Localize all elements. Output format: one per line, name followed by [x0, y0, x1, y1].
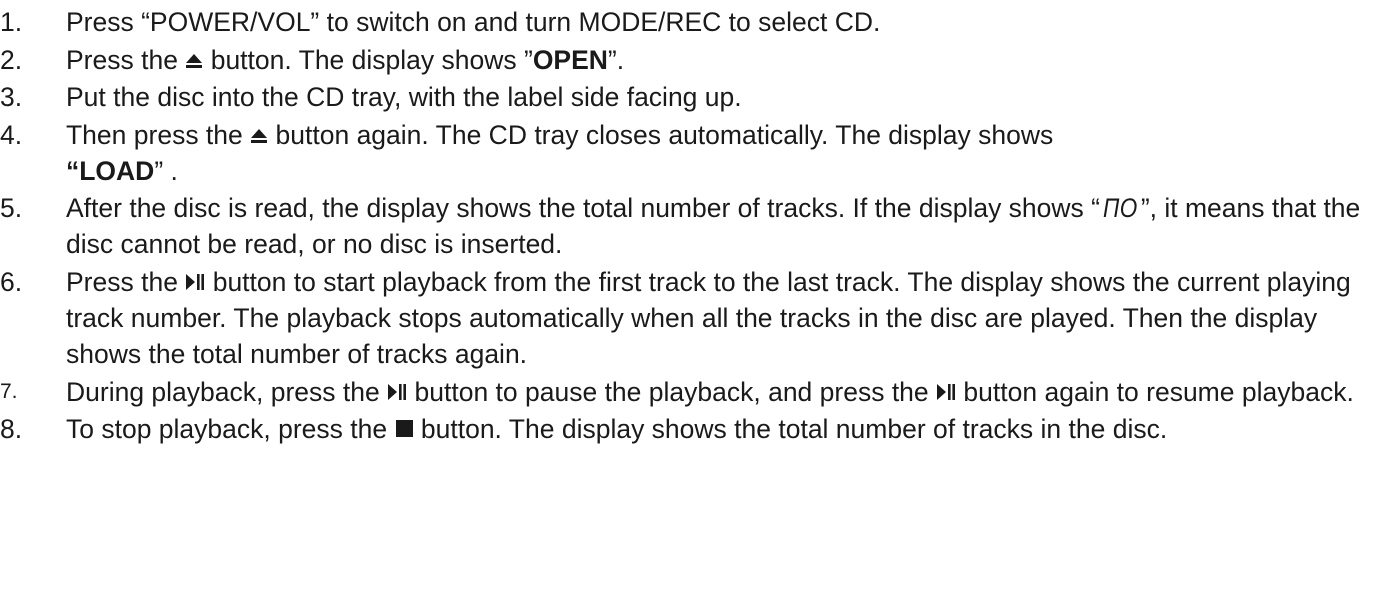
list-item: 6. Press the button to start playback fr…	[0, 264, 1381, 372]
step-number: 2.	[0, 44, 23, 75]
list-item: 8. To stop playback, press the button. T…	[0, 411, 1381, 447]
step-text: button. The display shows ”	[210, 44, 533, 75]
display-readout-load: “LOAD	[66, 155, 155, 186]
eject-icon	[185, 53, 203, 69]
step-text: Press the	[66, 266, 178, 297]
list-item: 2. Press the button. The display shows ”…	[0, 42, 1381, 78]
play-pause-icon	[185, 273, 205, 291]
step-text: button. The display shows the total numb…	[420, 414, 1168, 445]
step-text: To stop playback, press the	[66, 414, 388, 445]
step-text: button to start playback from the first …	[66, 266, 1351, 369]
manual-page: 1. Press “POWER/VOL” to switch on and tu…	[0, 0, 1381, 612]
display-readout-open: OPEN	[532, 44, 608, 75]
play-pause-icon	[387, 383, 407, 401]
step-number: 7.	[0, 379, 18, 403]
list-item: 7. During playback, press the button to …	[0, 374, 1381, 410]
step-text: After the disc is read, the display show…	[66, 193, 1100, 224]
step-text: Press the	[66, 44, 178, 75]
step-text: ” .	[154, 155, 178, 186]
step-number: 5.	[0, 193, 23, 224]
play-pause-icon	[936, 383, 956, 401]
step-text: During playback, press the	[66, 376, 380, 407]
step-text: button again to resume playback.	[963, 376, 1354, 407]
step-number: 4.	[0, 119, 23, 150]
step-number: 1.	[0, 7, 23, 37]
stop-icon	[395, 419, 414, 438]
list-item: 5. After the disc is read, the display s…	[0, 190, 1381, 262]
step-number: 8.	[0, 414, 23, 445]
step-text: button to pause the playback, and press …	[414, 376, 929, 407]
step-text: Press “POWER/VOL” to switch on and turn …	[66, 7, 881, 37]
step-number: 3.	[0, 82, 23, 113]
list-item: 1. Press “POWER/VOL” to switch on and tu…	[0, 4, 1381, 40]
eject-icon	[250, 128, 268, 144]
list-item: 3. Put the disc into the CD tray, with t…	[0, 79, 1381, 115]
step-text: button again. The CD tray closes automat…	[275, 119, 1054, 150]
step-number: 6.	[0, 266, 23, 297]
instruction-list: 1. Press “POWER/VOL” to switch on and tu…	[0, 4, 1381, 447]
display-readout-no: ПО	[1103, 193, 1138, 224]
step-text: ”.	[607, 44, 625, 75]
step-text: Then press the	[66, 119, 243, 150]
step-text: Put the disc into the CD tray, with the …	[66, 82, 742, 113]
list-item: 4. Then press the button again. The CD t…	[0, 117, 1381, 189]
